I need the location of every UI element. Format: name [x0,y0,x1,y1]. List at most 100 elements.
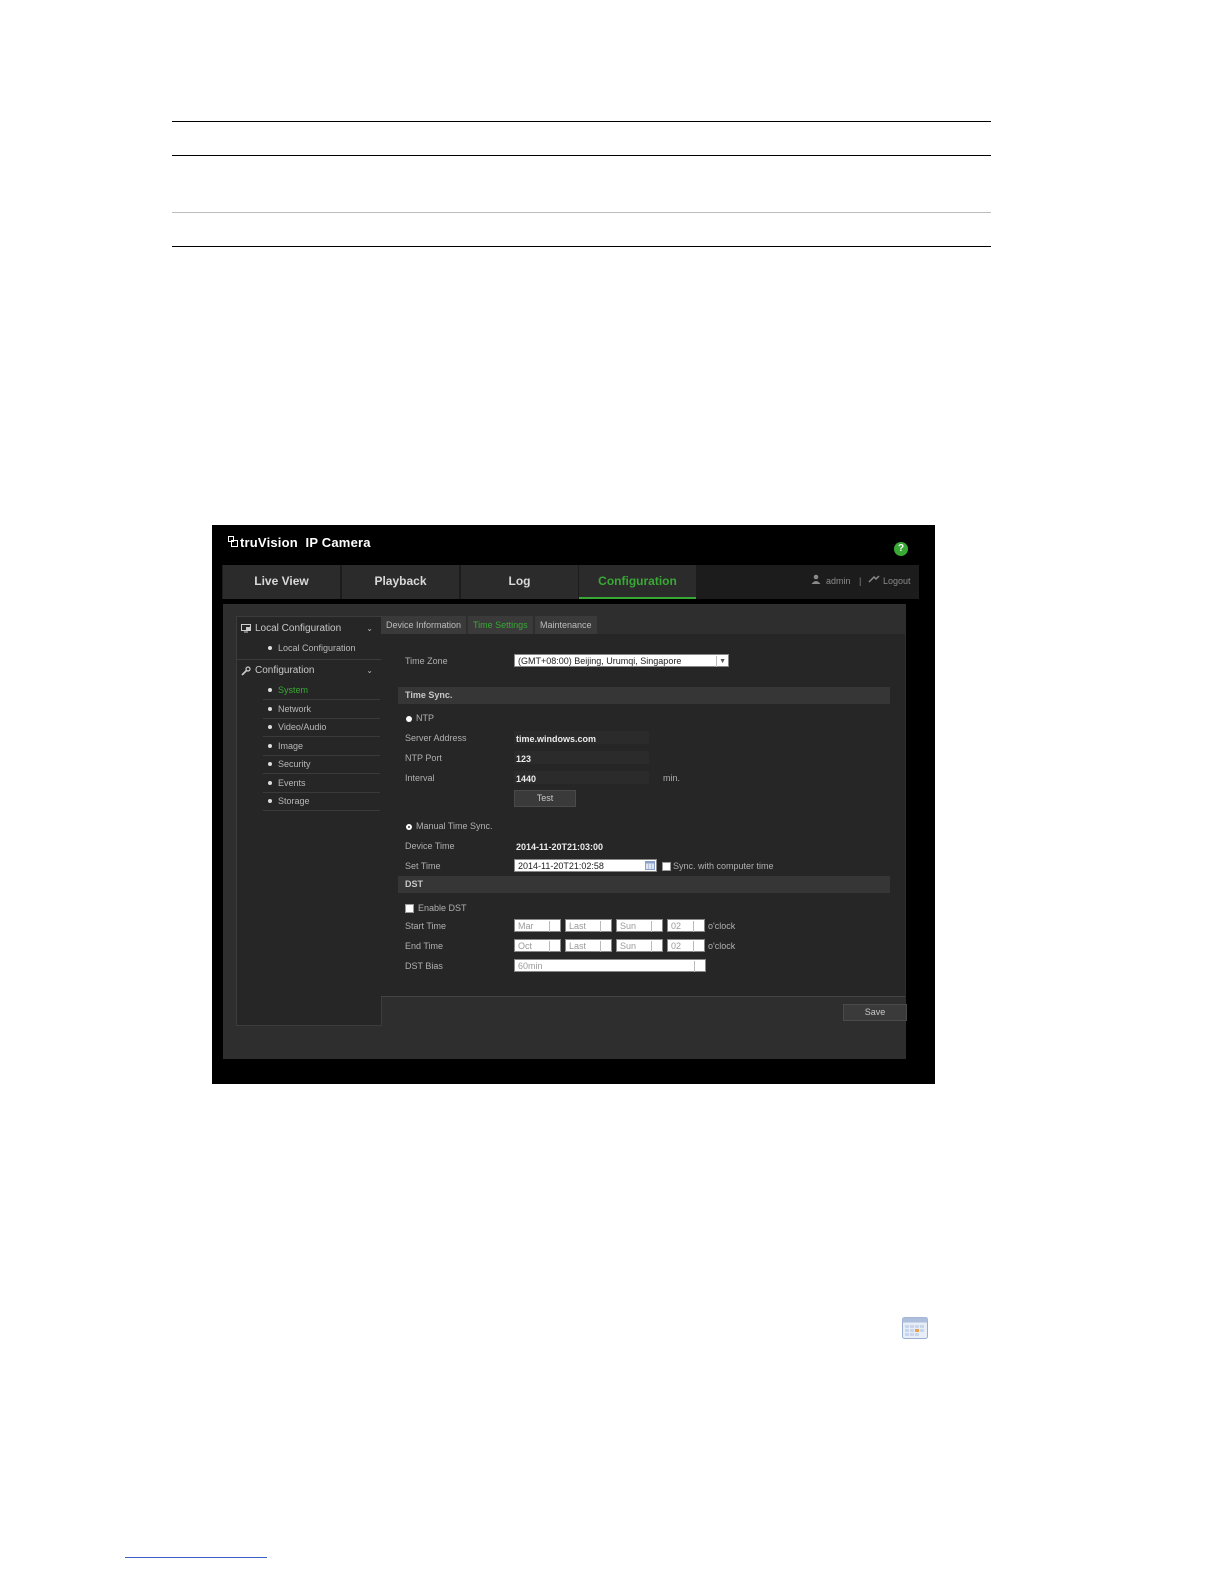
set-time-value: 2014-11-20T21:02:58 [518,861,604,871]
select-divider [549,941,550,952]
tab-maintenance[interactable]: Maintenance [535,616,597,634]
ntp-port-value: 123 [516,754,532,764]
sidebar-item-label: Storage [278,796,310,806]
sidebar-item-label: System [278,685,309,695]
monitor-icon [241,624,251,633]
ntp-port-label: NTP Port [405,753,442,763]
top-nav: Live View Playback Log Configuration adm… [222,565,919,599]
sidebar-local-config-label: Local Configuration [255,623,342,634]
logout-icon [868,575,880,583]
sidebar-item-label: Local Configuration [278,643,356,653]
start-day-select[interactable]: Sun [616,919,663,932]
time-zone-select[interactable]: (GMT+08:00) Beijing, Urumqi, Singapore ▼ [514,654,729,667]
time-zone-value: (GMT+08:00) Beijing, Urumqi, Singapore [518,656,682,666]
bullet-icon [268,688,272,692]
chevron-down-icon: ⌄ [366,624,373,633]
enable-dst-label: Enable DST [418,903,467,913]
manual-sync-radio[interactable] [406,824,412,830]
bullet-icon [268,725,272,729]
sidebar-item-network[interactable]: Network [263,700,380,719]
tab-device-information[interactable]: Device Information [381,616,467,634]
sidebar-item-image[interactable]: Image [263,737,380,756]
start-day-value: Sun [620,921,637,931]
tab-configuration[interactable]: Configuration [579,565,696,599]
sidebar-item-storage[interactable]: Storage [263,792,380,811]
start-week-value: Last [569,921,587,931]
end-hour-select[interactable]: 02 [667,939,705,952]
set-time-input[interactable]: 2014-11-20T21:02:58 [514,859,657,872]
chevron-down-icon: ⌄ [366,666,373,675]
sidebar: Local Configuration ⌄ Local Configuratio… [236,616,382,1026]
start-time-label: Start Time [405,921,447,931]
bullet-icon [268,744,272,748]
end-oclock-label: o'clock [708,941,736,951]
table-top-rule [172,121,991,122]
help-icon[interactable]: ? [894,542,908,556]
set-time-label: Set Time [405,861,441,871]
sync-computer-checkbox[interactable] [662,862,671,871]
end-hour-value: 02 [671,941,682,951]
tab-log[interactable]: Log [461,565,578,599]
sidebar-configuration-header[interactable]: Configuration ⌄ [237,661,381,681]
select-divider [651,941,652,952]
config-frame: Local Configuration ⌄ Local Configuratio… [223,604,907,1059]
time-sync-header: Time Sync. [398,687,890,704]
dst-bias-select[interactable]: 60min [514,959,706,972]
bullet-icon [268,646,272,650]
start-week-select[interactable]: Last [565,919,612,932]
ntp-radio[interactable] [406,716,412,722]
server-address-value: time.windows.com [516,734,597,744]
camera-config-screenshot: truVision IP Camera ? Live View Playback… [212,525,935,1084]
sidebar-configuration-label: Configuration [255,665,315,676]
ntp-port-field[interactable] [514,751,649,764]
nav-divider: | [859,576,862,586]
select-divider [651,921,652,932]
sidebar-item-label: Image [278,741,304,751]
tab-playback[interactable]: Playback [342,565,459,599]
select-divider [549,921,550,932]
end-week-value: Last [569,941,587,951]
truvision-logo-icon [228,536,238,547]
sidebar-item-system[interactable]: System [263,681,380,700]
sub-tabs: Device Information Time Settings Mainten… [381,616,906,634]
bullet-icon [268,762,272,766]
end-month-select[interactable]: Oct [514,939,561,952]
dst-header: DST [398,876,890,893]
start-hour-value: 02 [671,921,682,931]
calendar-icon[interactable] [645,861,655,870]
end-day-select[interactable]: Sun [616,939,663,952]
start-month-value: Mar [518,921,534,931]
sidebar-item-events[interactable]: Events [263,774,380,793]
dst-bias-value: 60min [518,961,543,971]
end-day-value: Sun [620,941,637,951]
chevron-down-icon: ▼ [719,658,726,665]
footer-link-underline[interactable] [125,1557,267,1558]
end-week-select[interactable]: Last [565,939,612,952]
logout-link[interactable]: Logout [883,576,911,586]
bullet-icon [268,707,272,711]
bullet-icon [268,799,272,803]
sidebar-local-config-header[interactable]: Local Configuration ⌄ [237,619,381,639]
sidebar-item-security[interactable]: Security [263,755,380,774]
save-button[interactable]: Save [843,1004,907,1021]
sidebar-item-video-audio[interactable]: Video/Audio [263,718,380,737]
end-month-value: Oct [518,941,533,951]
interval-unit: min. [663,773,681,783]
tab-live-view[interactable]: Live View [223,565,340,599]
enable-dst-checkbox[interactable] [405,904,414,913]
test-button[interactable]: Test [514,790,576,807]
select-divider [600,941,601,952]
sidebar-item-local-configuration[interactable]: Local Configuration [263,639,380,657]
ntp-label: NTP [416,713,434,723]
time-zone-label: Time Zone [405,656,448,666]
start-hour-select[interactable]: 02 [667,919,705,932]
user-icon [811,574,821,584]
user-name[interactable]: admin [826,576,851,586]
wrench-icon [241,666,251,676]
start-month-select[interactable]: Mar [514,919,561,932]
tab-time-settings[interactable]: Time Settings [468,616,533,634]
select-divider [600,921,601,932]
select-divider [694,961,695,972]
end-time-label: End Time [405,941,444,951]
device-time-label: Device Time [405,841,455,851]
